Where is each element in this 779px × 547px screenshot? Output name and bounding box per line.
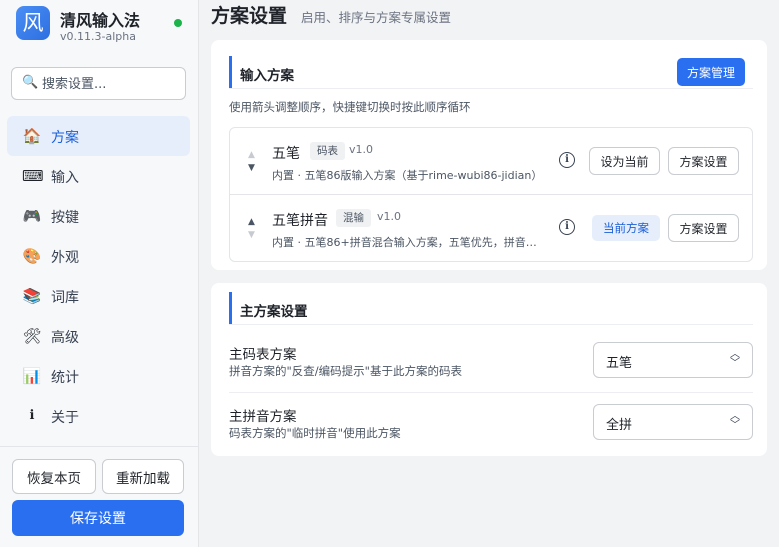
move-up-icon[interactable]: ▲ xyxy=(248,150,255,160)
scheme-description: 内置 · 五笔86+拼音混合输入方案，五笔优先，拼音辅助 xyxy=(272,236,544,249)
sidebar-item-advanced[interactable]: 🛠 高级 xyxy=(7,316,190,356)
info-icon[interactable]: i xyxy=(559,219,575,235)
page-title: 方案设置 xyxy=(211,5,288,27)
order-hint: 使用箭头调整顺序，快捷键切换时按此顺序循环 xyxy=(229,100,471,114)
setting-row-main-table: 主码表方案 拼音方案的"反查/编码提示"基于此方案的码表 五笔 ︿ ﹀ xyxy=(229,333,753,393)
sidebar-item-keys[interactable]: 🎮 按键 xyxy=(7,196,190,236)
search-box: 🔍 xyxy=(11,67,186,100)
set-current-button[interactable]: 设为当前 xyxy=(589,147,660,175)
save-settings-button[interactable]: 保存设置 xyxy=(12,500,184,536)
chevron-updown-icon: ︿ ﹀ xyxy=(730,411,740,431)
sidebar-item-appearance[interactable]: 🎨 外观 xyxy=(7,236,190,276)
palette-icon: 🎨 xyxy=(22,247,42,265)
main-table-select[interactable]: 五笔 ︿ ﹀ xyxy=(593,342,753,378)
current-scheme-badge: 当前方案 xyxy=(592,215,660,241)
move-up-icon[interactable]: ▲ xyxy=(248,217,255,227)
scheme-manage-button[interactable]: 方案管理 xyxy=(677,58,745,86)
scheme-description: 内置 · 五笔86版输入方案（基于rime-wubi86-jidian） xyxy=(272,169,543,182)
scheme-version: v1.0 xyxy=(349,143,374,156)
page-subtitle: 启用、排序与方案专属设置 xyxy=(301,10,452,25)
section-title: 输入方案 xyxy=(240,68,294,84)
setting-row-main-pinyin: 主拼音方案 码表方案的"临时拼音"使用此方案 全拼 ︿ ﹀ xyxy=(229,395,753,455)
search-icon: 🔍 xyxy=(22,75,39,90)
sidebar-nav: 🏠 方案 ⌨ 输入 🎮 按键 🎨 外观 📚 词库 🛠 高级 📊 统计 ℹ 关于 xyxy=(7,116,190,436)
chevron-updown-icon: ︿ ﹀ xyxy=(730,349,740,369)
scheme-type-tag: 码表 xyxy=(310,142,345,160)
select-value: 全拼 xyxy=(606,418,633,433)
sidebar-item-label: 高级 xyxy=(51,330,79,346)
section-divider xyxy=(229,324,753,325)
section-title: 主方案设置 xyxy=(240,304,308,320)
restore-page-button[interactable]: 恢复本页 xyxy=(12,459,96,494)
section-header: 输入方案 xyxy=(229,56,753,88)
main-scheme-card: 主方案设置 主码表方案 拼音方案的"反查/编码提示"基于此方案的码表 五笔 ︿ ﹀… xyxy=(211,283,767,456)
section-header: 主方案设置 xyxy=(229,292,753,324)
schemes-card: 输入方案 方案管理 使用箭头调整顺序，快捷键切换时按此顺序循环 ▲ ▼ 五笔 码… xyxy=(211,40,767,270)
tools-icon: 🛠 xyxy=(22,327,42,345)
chart-icon: 📊 xyxy=(22,367,42,385)
setting-description: 拼音方案的"反查/编码提示"基于此方案的码表 xyxy=(229,364,462,378)
move-down-icon[interactable]: ▼ xyxy=(248,230,255,240)
books-icon: 📚 xyxy=(22,287,42,305)
sidebar-item-label: 按键 xyxy=(51,210,79,226)
scheme-row: ▲ ▼ 五笔拼音 混输 v1.0 内置 · 五笔86+拼音混合输入方案，五笔优先… xyxy=(230,195,752,262)
sidebar-item-label: 关于 xyxy=(51,410,79,426)
scheme-name: 五笔 xyxy=(272,146,300,162)
brand: 风 清风输入法 v0.11.3-alpha xyxy=(16,6,186,46)
scheme-row: ▲ ▼ 五笔 码表 v1.0 内置 · 五笔86版输入方案（基于rime-wub… xyxy=(230,128,752,195)
app-logo: 风 xyxy=(16,6,50,40)
setting-label: 主拼音方案 xyxy=(229,409,297,425)
search-input[interactable] xyxy=(42,74,180,94)
app-name: 清风输入法 xyxy=(60,11,141,30)
sidebar-item-label: 词库 xyxy=(51,290,79,306)
reload-button[interactable]: 重新加载 xyxy=(102,459,184,494)
scheme-list: ▲ ▼ 五笔 码表 v1.0 内置 · 五笔86版输入方案（基于rime-wub… xyxy=(229,127,753,262)
info-icon: ℹ xyxy=(29,408,35,423)
sidebar-item-label: 统计 xyxy=(51,370,79,386)
keyboard-icon: ⌨ xyxy=(22,167,44,185)
sidebar-item-input[interactable]: ⌨ 输入 xyxy=(7,156,190,196)
gamepad-icon: 🎮 xyxy=(22,207,42,225)
main-pinyin-select[interactable]: 全拼 ︿ ﹀ xyxy=(593,404,753,440)
sidebar-item-dictionary[interactable]: 📚 词库 xyxy=(7,276,190,316)
home-icon: 🏠 xyxy=(22,127,42,145)
scheme-settings-button[interactable]: 方案设置 xyxy=(668,214,739,242)
sidebar-item-label: 输入 xyxy=(51,170,79,186)
sidebar-item-label: 外观 xyxy=(51,250,79,266)
scheme-name: 五笔拼音 xyxy=(272,213,328,229)
status-dot xyxy=(174,19,182,27)
sidebar-divider xyxy=(0,446,198,447)
scheme-type-tag: 混输 xyxy=(336,209,371,227)
scheme-version: v1.0 xyxy=(377,210,402,223)
select-value: 五笔 xyxy=(606,356,633,371)
setting-description: 码表方案的"临时拼音"使用此方案 xyxy=(229,426,401,440)
move-down-icon[interactable]: ▼ xyxy=(248,163,255,173)
info-icon[interactable]: i xyxy=(559,152,575,168)
scheme-settings-button[interactable]: 方案设置 xyxy=(668,147,739,175)
app-version: v0.11.3-alpha xyxy=(60,30,136,43)
setting-label: 主码表方案 xyxy=(229,347,297,363)
sidebar-item-scheme[interactable]: 🏠 方案 xyxy=(7,116,190,156)
sidebar-item-label: 方案 xyxy=(51,130,79,146)
sidebar-item-about[interactable]: ℹ 关于 xyxy=(7,396,190,436)
sidebar: 风 清风输入法 v0.11.3-alpha 🔍 🏠 方案 ⌨ 输入 🎮 按键 🎨… xyxy=(0,0,199,547)
section-divider xyxy=(229,88,753,89)
sidebar-item-stats[interactable]: 📊 统计 xyxy=(7,356,190,396)
